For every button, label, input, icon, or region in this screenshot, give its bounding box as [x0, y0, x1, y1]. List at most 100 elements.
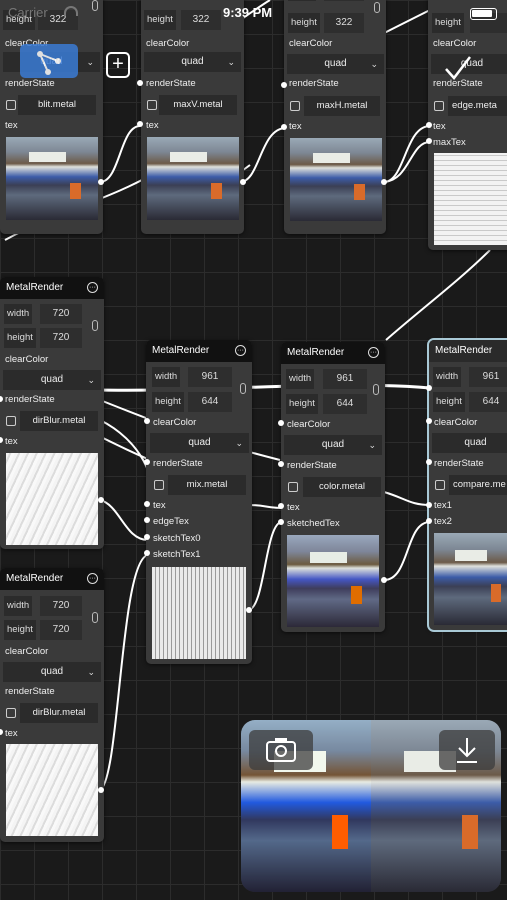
input-port[interactable] — [278, 461, 284, 467]
clearcolor-select[interactable]: quad ⌄ — [3, 662, 101, 682]
output-port[interactable] — [381, 179, 387, 185]
input-port[interactable] — [426, 418, 432, 424]
output-preview — [287, 535, 379, 627]
node-blit[interactable]: height 322 clearColor quad⌄ renderState … — [0, 0, 103, 234]
confirm-button[interactable] — [444, 55, 472, 81]
input-port[interactable] — [144, 517, 150, 523]
tex-label: tex — [5, 436, 18, 447]
height-field[interactable]: 720 — [40, 328, 82, 348]
link-icon[interactable] — [92, 0, 98, 11]
edit-icon[interactable] — [435, 480, 445, 490]
edit-icon[interactable] — [154, 480, 164, 490]
output-port[interactable] — [98, 497, 104, 503]
width-field[interactable]: 720 — [40, 304, 82, 324]
link-icon[interactable] — [92, 612, 98, 623]
more-icon[interactable]: ··· — [87, 573, 98, 584]
input-port[interactable] — [278, 519, 284, 525]
link-icon[interactable] — [373, 384, 379, 395]
more-icon[interactable]: ··· — [368, 347, 379, 358]
width-field[interactable]: 720 — [40, 596, 82, 616]
clearcolor-select[interactable]: quad ⌄ — [150, 433, 249, 453]
shader-field[interactable]: maxV.metal — [159, 95, 237, 115]
more-icon[interactable]: ··· — [87, 282, 98, 293]
shader-field[interactable]: edge.meta — [448, 96, 507, 116]
output-port[interactable] — [98, 179, 104, 185]
height-field[interactable]: 322 — [181, 10, 221, 30]
add-node-button[interactable]: + — [106, 52, 130, 78]
height-field[interactable]: 644 — [469, 392, 507, 412]
input-port[interactable] — [144, 550, 150, 556]
clearcolor-select[interactable]: quad ⌄ — [284, 435, 382, 455]
shader-field[interactable]: color.metal — [303, 477, 381, 497]
shader-field[interactable]: dirBlur.metal — [20, 703, 98, 723]
clearcolor-select[interactable]: quad ⌄ — [3, 370, 101, 390]
node-maxh[interactable]: width 480 height 322 clearColor quad ⌄ re… — [284, 0, 386, 234]
input-port[interactable] — [426, 385, 432, 391]
node-title[interactable]: MetalRender ··· — [0, 277, 104, 299]
width-field[interactable]: 961 — [469, 367, 507, 387]
node-compare[interactable]: MetalRender width 961 height 644 clearCo… — [427, 338, 507, 632]
input-port[interactable] — [144, 501, 150, 507]
shader-field[interactable]: maxH.metal — [304, 96, 380, 116]
input-port[interactable] — [137, 121, 143, 127]
height-field[interactable]: 644 — [323, 394, 367, 414]
output-port[interactable] — [381, 577, 387, 583]
input-port[interactable] — [426, 502, 432, 508]
edit-icon[interactable] — [6, 100, 16, 110]
clearcolor-select[interactable]: quad ⌄ — [144, 52, 241, 72]
camera-button[interactable] — [249, 730, 313, 770]
shader-field[interactable]: blit.metal — [18, 95, 96, 115]
width-field[interactable]: 480 — [324, 0, 364, 1]
link-icon[interactable] — [374, 2, 380, 13]
node-dirblur-1[interactable]: MetalRender ··· width 720 height 720 clea… — [0, 277, 104, 549]
input-port[interactable] — [281, 124, 287, 130]
link-icon[interactable] — [240, 383, 246, 394]
edit-icon[interactable] — [290, 101, 300, 111]
height-field[interactable]: 644 — [188, 392, 232, 412]
clearcolor-select[interactable]: quad — [432, 433, 507, 453]
input-port[interactable] — [144, 459, 150, 465]
node-mix[interactable]: MetalRender ··· width 961 height 644 clea… — [146, 340, 252, 664]
link-icon[interactable] — [92, 320, 98, 331]
edit-icon[interactable] — [434, 101, 444, 111]
node-title[interactable]: MetalRender ··· — [146, 340, 252, 362]
node-title[interactable]: MetalRender — [429, 340, 507, 362]
input-port[interactable] — [144, 418, 150, 424]
renderstate-label: renderState — [5, 394, 55, 405]
node-edge[interactable]: height clearColor quad renderState edge.… — [428, 0, 507, 250]
shader-field[interactable]: dirBlur.metal — [20, 411, 98, 431]
width-field[interactable]: 961 — [323, 369, 367, 389]
input-port[interactable] — [144, 534, 150, 540]
share-button[interactable] — [20, 44, 78, 78]
more-icon[interactable]: ··· — [235, 345, 246, 356]
node-title[interactable]: MetalRender ··· — [281, 342, 385, 364]
input-port[interactable] — [278, 420, 284, 426]
height-field[interactable]: 322 — [324, 13, 364, 33]
download-icon — [457, 738, 477, 763]
input-port[interactable] — [426, 518, 432, 524]
input-port[interactable] — [426, 138, 432, 144]
node-title[interactable]: MetalRender ··· — [0, 568, 104, 590]
input-port[interactable] — [426, 459, 432, 465]
edit-icon[interactable] — [147, 100, 157, 110]
node-maxv[interactable]: height 322 clearColor quad ⌄ renderState … — [141, 0, 244, 234]
edit-icon[interactable] — [6, 416, 16, 426]
download-button[interactable] — [439, 730, 495, 770]
input-port[interactable] — [426, 122, 432, 128]
width-field[interactable]: 961 — [188, 367, 232, 387]
height-field[interactable]: 720 — [40, 620, 82, 640]
node-color[interactable]: MetalRender ··· width 961 height 644 clea… — [281, 342, 385, 632]
node-dirblur-2[interactable]: MetalRender ··· width 720 height 720 clea… — [0, 568, 104, 842]
clearcolor-select[interactable]: quad ⌄ — [287, 54, 384, 74]
output-port[interactable] — [98, 787, 104, 793]
input-port[interactable] — [278, 503, 284, 509]
input-port[interactable] — [137, 80, 143, 86]
output-port[interactable] — [240, 179, 246, 185]
output-port[interactable] — [246, 607, 252, 613]
edit-icon[interactable] — [6, 708, 16, 718]
shader-field[interactable]: compare.me — [449, 475, 507, 495]
result-preview[interactable] — [241, 720, 501, 892]
edit-icon[interactable] — [288, 482, 298, 492]
shader-field[interactable]: mix.metal — [168, 475, 246, 495]
input-port[interactable] — [281, 82, 287, 88]
